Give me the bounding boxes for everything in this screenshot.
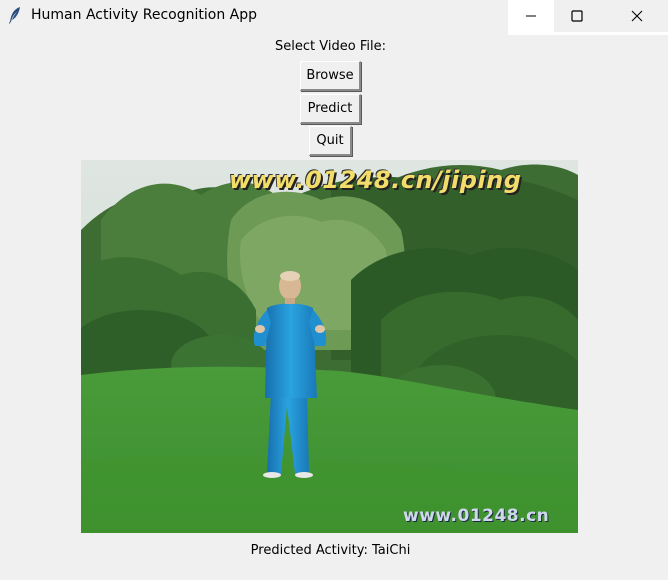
maximize-icon [571, 7, 583, 26]
close-button[interactable] [614, 0, 660, 32]
minimize-icon [525, 7, 537, 26]
video-preview-image [81, 160, 578, 533]
app-window: Human Activity Recognition App Select Vi… [0, 0, 668, 580]
feather-icon [8, 6, 22, 24]
video-watermark-bottom: www.01248.cn [403, 506, 550, 526]
browse-button[interactable]: Browse [300, 61, 361, 91]
quit-button[interactable]: Quit [309, 126, 352, 156]
predict-button[interactable]: Predict [300, 94, 361, 124]
close-icon [631, 7, 643, 26]
video-watermark-top: www.01248.cn/jiping [229, 166, 522, 194]
window-title: Human Activity Recognition App [31, 7, 257, 23]
select-video-label: Select Video File: [275, 39, 386, 54]
maximize-button[interactable] [554, 0, 600, 32]
titlebar-divider [508, 32, 668, 35]
title-bar[interactable]: Human Activity Recognition App [0, 0, 668, 32]
video-frame: www.01248.cn/jiping www.01248.cn [81, 160, 578, 533]
minimize-button[interactable] [508, 0, 554, 32]
predicted-activity-label: Predicted Activity: TaiChi [250, 543, 411, 558]
